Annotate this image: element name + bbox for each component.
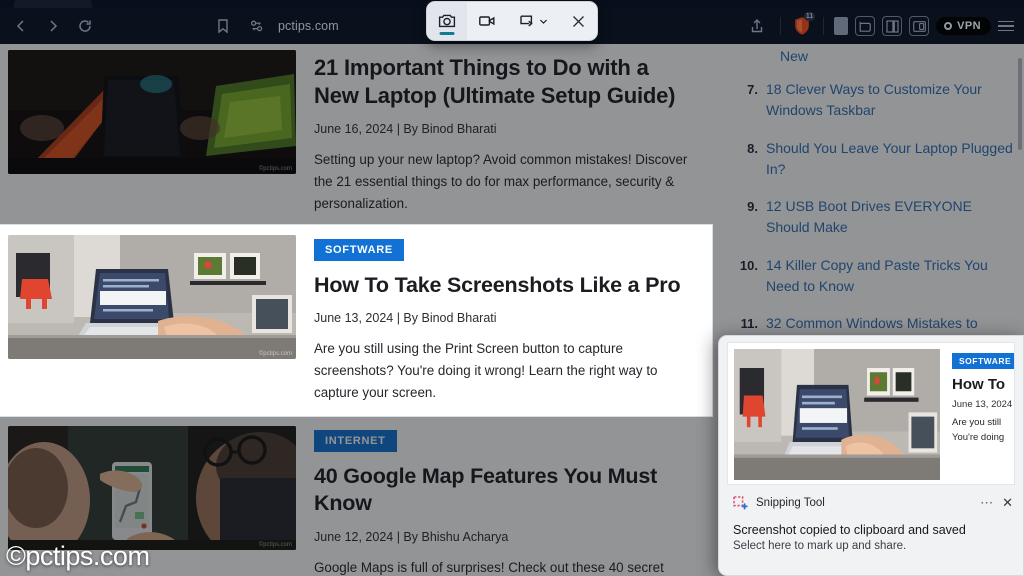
dark-laptops-photo [8, 50, 296, 174]
article-description: Google Maps is full of surprises! Check … [314, 557, 698, 576]
list-number: 8. [734, 138, 758, 181]
article-thumbnail[interactable]: ©pctips.com [8, 235, 296, 359]
toast-title-text: Screenshot copied to clipboard and saved [733, 523, 1009, 537]
image-watermark: ©pctips.com [259, 166, 292, 172]
hamburger-menu-icon[interactable] [998, 21, 1014, 32]
article-text: SOFTWARE How To Take Screenshots Like a … [296, 235, 712, 404]
sidebar-item-partial-top[interactable]: New [734, 46, 1014, 67]
toast-header: Snipping Tool ⋯ ✕ [719, 485, 1023, 511]
sidebar-scrollbar[interactable] [1018, 58, 1022, 150]
shield-count-badge: 11 [804, 12, 815, 21]
vpn-button[interactable]: VPN [936, 17, 991, 35]
toast-close-button[interactable]: ✕ [1002, 495, 1013, 511]
preview-text: SOFTWARE How To June 13, 2024 Are you st… [940, 343, 1014, 484]
preview-thumbnail [734, 349, 940, 480]
article-title[interactable]: 40 Google Map Features You Must Know [314, 463, 698, 518]
snipping-toolbar [426, 1, 598, 41]
article-title[interactable]: 21 Important Things to Do with a New Lap… [314, 54, 698, 110]
room-laptop-typing-photo [8, 235, 296, 359]
article-meta: June 16, 2024 | By Binod Bharati [314, 122, 698, 136]
camera-icon [437, 11, 457, 31]
preview-title: How To [952, 376, 1014, 393]
article-meta: June 12, 2024 | By Bhishu Acharya [314, 530, 698, 544]
forward-icon[interactable] [40, 13, 66, 39]
article-text: 21 Important Things to Do with a New Lap… [296, 50, 712, 215]
video-camera-icon [477, 11, 497, 31]
room-laptop-typing-photo [734, 349, 940, 480]
share-icon[interactable] [744, 13, 770, 39]
toolbar-divider-2 [823, 17, 824, 35]
extension-icon[interactable] [834, 17, 848, 35]
snipping-tool-icon [733, 496, 748, 511]
toolbar-divider [780, 17, 781, 35]
snipping-tool-notification[interactable]: SOFTWARE How To June 13, 2024 Are you st… [718, 335, 1024, 576]
article-description: Setting up your new laptop? Avoid common… [314, 149, 698, 215]
preview-desc-line-1: Are you still [952, 416, 1014, 431]
sidebar-list-item[interactable]: 8. Should You Leave Your Laptop Plugged … [734, 138, 1014, 181]
shape-mode-button[interactable] [507, 2, 559, 40]
wallet-icon[interactable] [855, 16, 875, 36]
article-card-selected[interactable]: ©pctips.com SOFTWARE How To Take Screens… [0, 225, 712, 416]
url-text[interactable]: pctips.com [278, 19, 339, 33]
toast-body[interactable]: Screenshot copied to clipboard and saved… [719, 511, 1023, 552]
record-mode-button[interactable] [467, 2, 507, 40]
browser-tab[interactable] [14, 0, 92, 8]
image-watermark: ©pctips.com [259, 351, 292, 357]
article-meta: June 13, 2024 | By Binod Bharati [314, 311, 698, 325]
address-bar[interactable]: pctips.com [210, 13, 339, 39]
reload-icon[interactable] [72, 13, 98, 39]
list-number: 9. [734, 196, 758, 239]
preview-desc-line-2: You're doing [952, 431, 1014, 446]
snapshot-mode-button[interactable] [427, 2, 467, 40]
chevron-down-icon [539, 17, 548, 26]
toast-subtitle-text: Select here to mark up and share. [733, 540, 1009, 552]
article-card[interactable]: ©pctips.com 21 Important Things to Do wi… [0, 44, 712, 221]
toast-more-button[interactable]: ⋯ [980, 495, 994, 511]
toast-app-name: Snipping Tool [756, 497, 825, 509]
bookmark-icon[interactable] [210, 13, 236, 39]
sidebar-list-item[interactable]: 7. 18 Clever Ways to Customize Your Wind… [734, 79, 1014, 122]
sidebar-item-label[interactable]: 18 Clever Ways to Customize Your Windows… [766, 79, 1014, 122]
vpn-status-dot [944, 22, 952, 30]
back-icon[interactable] [8, 13, 34, 39]
article-thumbnail[interactable]: ©pctips.com [8, 50, 296, 174]
article-description: Are you still using the Print Screen but… [314, 338, 698, 404]
screenshot-preview[interactable]: SOFTWARE How To June 13, 2024 Are you st… [727, 342, 1015, 485]
vpn-label: VPN [957, 20, 981, 32]
sidebar-item-label[interactable]: 14 Killer Copy and Paste Tricks You Need… [766, 255, 1014, 298]
sidebar-icon[interactable] [882, 16, 902, 36]
toolbar-right-group: 11 VPN [744, 13, 1014, 39]
sidebar-list-item[interactable]: 10. 14 Killer Copy and Paste Tricks You … [734, 255, 1014, 298]
site-watermark: ©pctips.com [6, 541, 149, 572]
sidebar-list-item[interactable]: 9. 12 USB Boot Drives EVERYONE Should Ma… [734, 196, 1014, 239]
rectangle-snip-icon [518, 12, 536, 30]
article-list: ©pctips.com 21 Important Things to Do wi… [0, 44, 712, 576]
list-number: 7. [734, 79, 758, 122]
screen: pctips.com 11 VPN [0, 0, 1024, 576]
preview-meta: June 13, 2024 [952, 399, 1014, 410]
article-thumbnail[interactable]: ©pctips.com [8, 426, 296, 550]
close-icon [571, 14, 586, 29]
split-view-icon[interactable] [909, 16, 929, 36]
nav-button-group [8, 13, 98, 39]
category-badge[interactable]: SOFTWARE [314, 239, 404, 261]
sidebar-item-label[interactable]: Should You Leave Your Laptop Plugged In? [766, 138, 1014, 181]
close-snip-button[interactable] [559, 2, 597, 40]
category-badge[interactable]: INTERNET [314, 430, 397, 452]
sidebar-item-label[interactable]: 12 USB Boot Drives EVERYONE Should Make [766, 196, 1014, 239]
image-watermark: ©pctips.com [259, 542, 292, 548]
preview-category-badge: SOFTWARE [952, 353, 1014, 369]
article-text: INTERNET 40 Google Map Features You Must… [296, 426, 712, 576]
site-settings-icon[interactable] [244, 13, 270, 39]
brave-shields-icon[interactable]: 11 [791, 15, 813, 37]
list-number: 10. [734, 255, 758, 298]
map-on-phone-photo [8, 426, 296, 550]
article-title[interactable]: How To Take Screenshots Like a Pro [314, 272, 698, 300]
